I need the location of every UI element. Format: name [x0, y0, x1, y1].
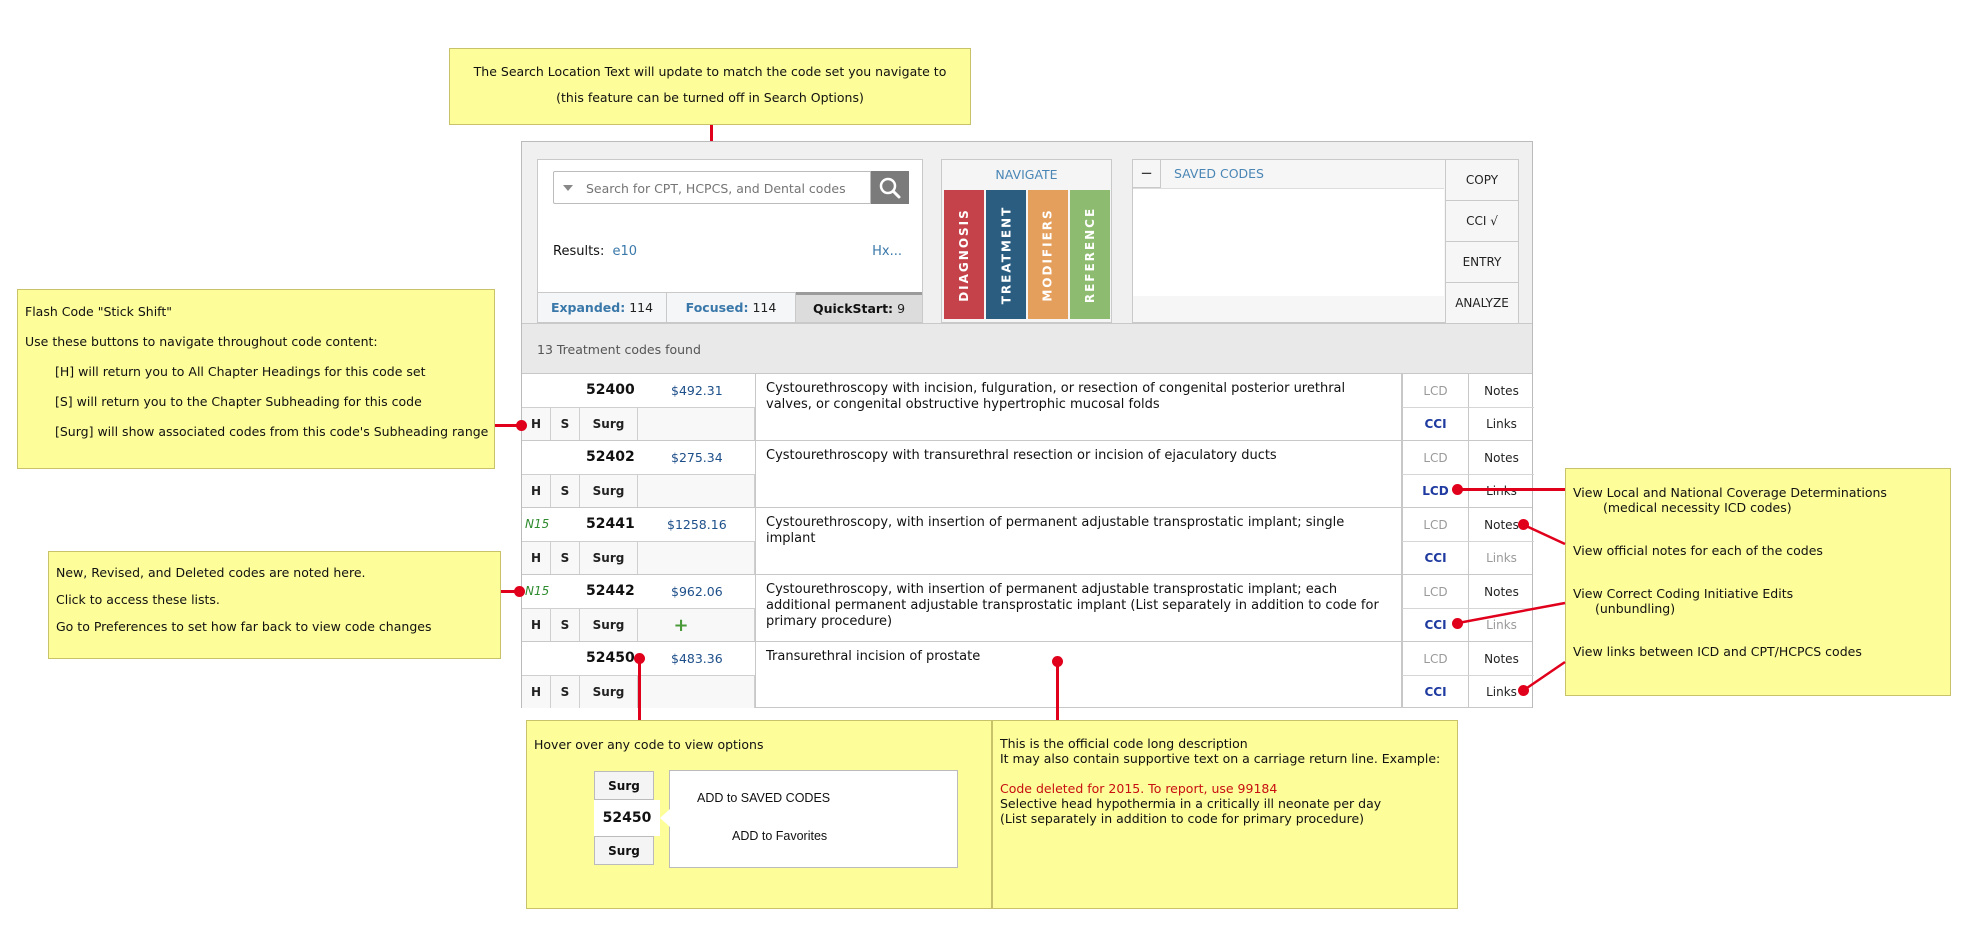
note-deleted-text: Code deleted for 2015. To report, use 99…	[1000, 781, 1278, 796]
popup-arrow	[660, 809, 670, 827]
add-to-favorites[interactable]: ADD to Favorites	[732, 829, 827, 843]
callout-dot	[1518, 685, 1529, 696]
hover-popup: ADD to SAVED CODES ADD to Favorites	[660, 770, 958, 868]
add-to-saved-codes[interactable]: ADD to SAVED CODES	[697, 791, 830, 805]
surg-button[interactable]: Surg	[594, 771, 654, 800]
note-text: (List separately in addition to code for…	[1000, 811, 1365, 826]
surg-button[interactable]: Surg	[594, 836, 654, 865]
note-hover: Hover over any code to view options Surg…	[526, 720, 992, 909]
callout-dot	[1052, 656, 1063, 667]
callout-dot	[1518, 519, 1529, 530]
note-text: Hover over any code to view options	[534, 737, 764, 752]
note-text: This is the official code long descripti…	[1000, 736, 1248, 751]
note-long-description: This is the official code long descripti…	[992, 720, 1458, 909]
callout-line	[638, 660, 641, 720]
callout-dot	[1452, 618, 1463, 629]
callout-dot	[634, 653, 645, 664]
code-number[interactable]: 52450	[594, 800, 660, 836]
callout-line	[1056, 662, 1059, 720]
note-text: It may also contain supportive text on a…	[1000, 751, 1441, 766]
note-text: Selective head hypothermia in a critical…	[1000, 796, 1382, 811]
